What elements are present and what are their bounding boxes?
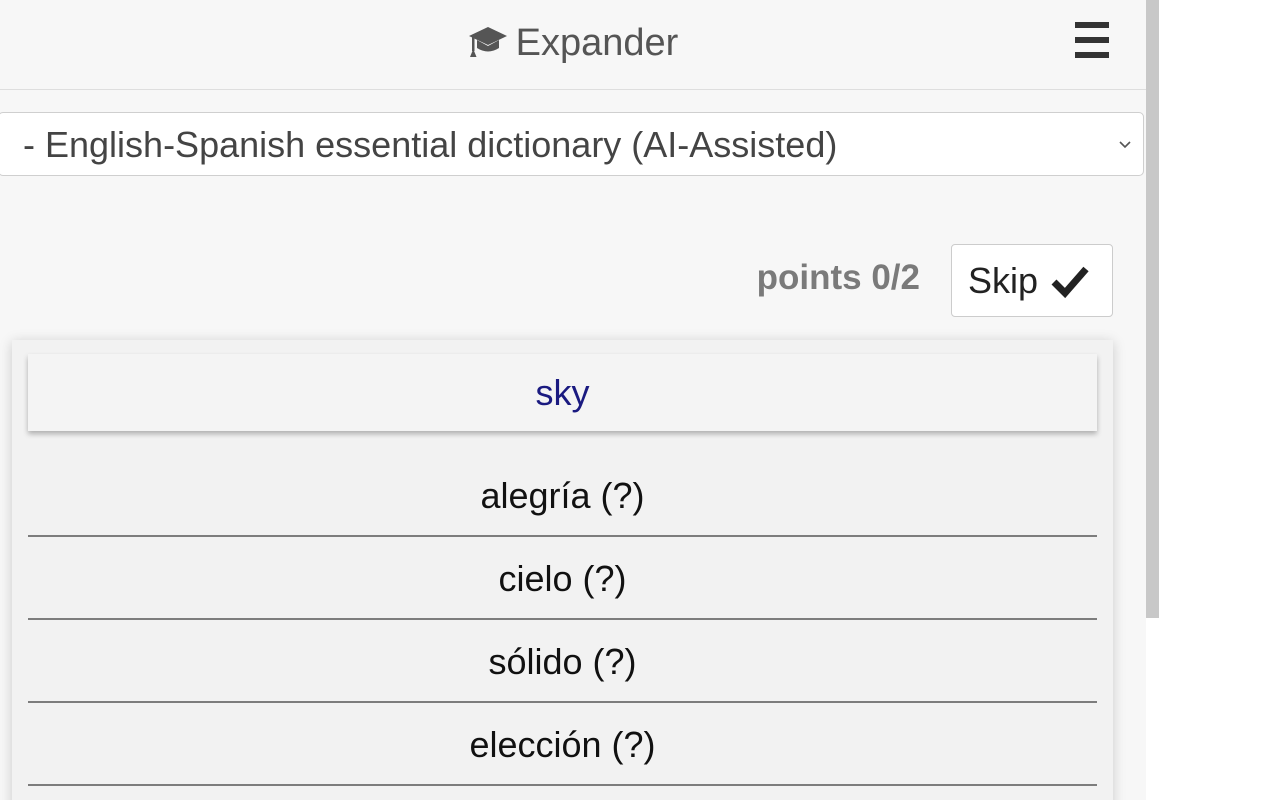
app-window: Expander - English-Spanish essential dic… [0,0,1146,800]
answer-option[interactable]: sólido (?) [28,621,1097,703]
checkmark-icon [1050,263,1090,299]
dictionary-select[interactable]: - English-Spanish essential dictionary (… [0,112,1144,176]
skip-button-label: Skip [968,260,1039,301]
graduation-cap-icon [468,24,508,70]
app-title: Expander [515,22,679,64]
skip-button[interactable]: Skip [951,244,1113,317]
question-word: sky [28,354,1097,431]
dictionary-select-value: - English-Spanish essential dictionary (… [23,124,838,165]
answer-option[interactable]: alegría (?) [28,455,1097,537]
points-score: points 0/2 [756,258,920,297]
app-header: Expander [0,0,1146,90]
hamburger-menu-icon[interactable] [1072,20,1112,60]
chevron-down-icon [1117,137,1133,153]
brand: Expander [0,20,1146,70]
quiz-card: sky alegría (?) cielo (?) sólido (?) ele… [12,340,1113,800]
scrollbar[interactable] [1146,0,1159,618]
answer-option[interactable]: elección (?) [28,704,1097,786]
answer-option[interactable]: cielo (?) [28,538,1097,620]
